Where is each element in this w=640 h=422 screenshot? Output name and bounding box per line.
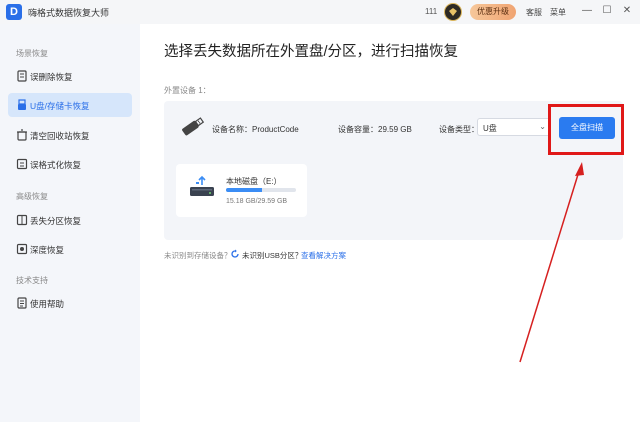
disk-usage-fill [226, 188, 262, 192]
device-name: 设备名称：ProductCode [212, 125, 299, 134]
format-icon [16, 158, 28, 170]
device-type-value: U盘 [483, 124, 497, 133]
sidebar-item-label: U盘/存储卡恢复 [30, 101, 90, 111]
sidebar-item-partition-recovery[interactable]: 丢失分区恢复 [8, 208, 132, 232]
usb-drive-icon [18, 99, 26, 110]
sidebar-item-deleted-recovery[interactable]: 误删除恢复 [8, 64, 132, 88]
title-bar: D 嗨格式数据恢复大师 111 优惠升级 客服 菜单 — ☐ ✕ [0, 0, 640, 24]
minimize-icon[interactable]: — [580, 4, 594, 18]
device-type-label: 设备类型： [439, 125, 479, 134]
device-type-select[interactable]: U盘 ⌄ [477, 118, 551, 136]
sidebar-item-help[interactable]: 使用帮助 [8, 291, 132, 315]
upgrade-button[interactable]: 优惠升级 [470, 4, 516, 20]
full-scan-button[interactable]: 全盘扫描 [559, 117, 615, 139]
section-label-support: 技术支持 [16, 276, 48, 285]
customer-service-link[interactable]: 客服 [526, 7, 542, 18]
sidebar: 场景恢复 误删除恢复 U盘/存储卡恢复 清空回收站恢复 误格式化恢复 高级恢复 … [0, 24, 140, 422]
close-icon[interactable]: ✕ [620, 4, 634, 18]
recycle-bin-icon [17, 129, 27, 141]
help-doc-icon [17, 297, 27, 309]
app-logo: D [6, 4, 22, 20]
app-title: 嗨格式数据恢复大师 [28, 8, 110, 18]
sidebar-item-recycle-bin-recovery[interactable]: 清空回收站恢复 [8, 123, 132, 147]
titlebar-count: 111 [425, 7, 438, 16]
vip-badge-icon[interactable] [444, 3, 462, 21]
sidebar-item-label: 清空回收站恢复 [30, 131, 90, 141]
disk-usage-bar [226, 188, 296, 192]
partition-icon [16, 214, 28, 226]
local-disk-icon [190, 175, 214, 196]
device-capacity: 设备容量：29.59 GB [338, 125, 412, 134]
sidebar-item-label: 误格式化恢复 [30, 160, 82, 170]
disk-usage-text: 15.18 GB/29.59 GB [226, 198, 288, 205]
sidebar-item-usb-recovery[interactable]: U盘/存储卡恢复 [8, 93, 132, 117]
usb-stick-icon [182, 117, 205, 136]
refresh-icon[interactable] [230, 249, 240, 259]
sidebar-item-label: 丢失分区恢复 [30, 216, 82, 226]
sidebar-item-label: 使用帮助 [30, 299, 65, 309]
unrecognized-device-hint: 未识别到存储设备？ [164, 251, 232, 260]
sidebar-item-format-recovery[interactable]: 误格式化恢复 [8, 152, 132, 176]
section-label-advanced: 高级恢复 [16, 192, 48, 201]
section-label-scene: 场景恢复 [16, 49, 48, 58]
chevron-down-icon: ⌄ [539, 122, 546, 131]
external-device-label: 外置设备 1： [164, 86, 211, 95]
view-solution-link[interactable]: 查看解决方案 [301, 250, 346, 261]
deep-scan-icon [16, 243, 28, 255]
sidebar-item-deep-recovery[interactable]: 深度恢复 [8, 237, 132, 261]
deleted-file-icon [17, 70, 27, 82]
menu-link[interactable]: 菜单 [550, 7, 566, 18]
maximize-icon[interactable]: ☐ [600, 4, 614, 18]
sidebar-item-label: 误删除恢复 [30, 72, 73, 82]
sidebar-item-label: 深度恢复 [30, 245, 65, 255]
disk-name: 本地磁盘（E:） [226, 177, 282, 186]
page-title: 选择丢失数据所在外置盘/分区，进行扫描恢复 [164, 44, 459, 60]
usb-partition-hint[interactable]: 未识别USB分区？ [242, 250, 302, 261]
